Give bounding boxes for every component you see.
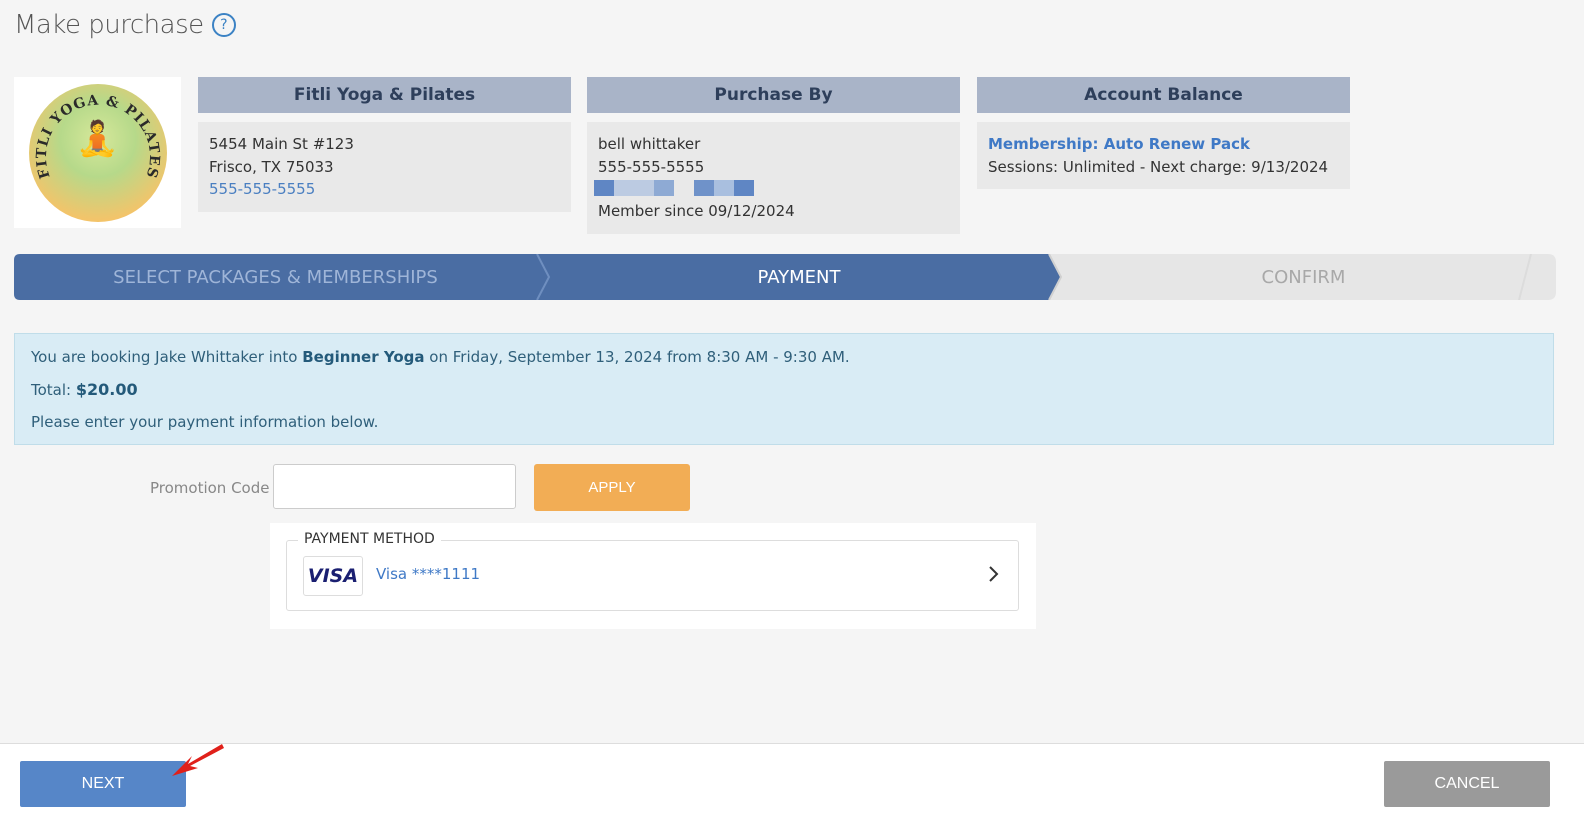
payment-method-section: PAYMENT METHOD VISA Visa ****1111 <box>270 523 1036 629</box>
payment-method-legend: PAYMENT METHOD <box>298 531 441 547</box>
logo-circle: FITLI YOGA & PILATES 🧘 <box>28 83 167 222</box>
next-button[interactable]: NEXT <box>20 761 186 807</box>
total-value: $20.00 <box>75 380 138 399</box>
step-payment: PAYMENT <box>757 266 841 288</box>
redacted-block <box>594 180 949 196</box>
apply-button[interactable]: APPLY <box>534 464 690 511</box>
purchaser-name: bell whittaker <box>598 135 701 153</box>
step-confirm: CONFIRM <box>1261 266 1346 288</box>
studio-header: Fitli Yoga & Pilates <box>198 77 571 113</box>
help-icon[interactable]: ? <box>211 13 236 37</box>
membership-link[interactable]: Membership: Auto Renew Pack <box>988 133 1339 156</box>
studio-address-line1: 5454 Main St #123 <box>209 135 354 153</box>
studio-info: 5454 Main St #123 Frisco, TX 75033 555-5… <box>198 122 571 212</box>
card-label[interactable]: Visa ****1111 <box>376 565 480 583</box>
page-title-text: Make purchase <box>14 10 204 40</box>
booking-instruction: Please enter your payment information be… <box>31 413 379 431</box>
footer-bar <box>0 743 1584 830</box>
studio-address-line2: Frisco, TX 75033 <box>209 157 334 176</box>
booking-summary: You are booking Jake Whittaker into Begi… <box>31 348 850 366</box>
step-select-packages[interactable]: SELECT PACKAGES & MEMBERSHIPS <box>14 254 537 300</box>
checkout-stepper: SELECT PACKAGES & MEMBERSHIPS PAYMENT CO… <box>14 254 1556 300</box>
purchaser-phone: 555-555-5555 <box>598 157 705 176</box>
meditation-icon: 🧘 <box>76 118 119 159</box>
purchaser-header: Purchase By <box>587 77 960 113</box>
balance-header: Account Balance <box>977 77 1350 113</box>
balance-info: Membership: Auto Renew Pack Sessions: Un… <box>977 122 1350 189</box>
balance-card: Account Balance Membership: Auto Renew P… <box>977 77 1350 189</box>
page-title: Make purchase ? <box>14 10 236 40</box>
booking-total: Total: $20.00 <box>31 380 138 399</box>
studio-card: Fitli Yoga & Pilates 5454 Main St #123 F… <box>198 77 571 212</box>
chevron-right-icon[interactable] <box>988 565 1000 588</box>
promo-code-label: Promotion Code <box>150 479 270 497</box>
visa-icon: VISA <box>303 556 363 596</box>
booking-info-panel: You are booking Jake Whittaker into Begi… <box>14 333 1554 445</box>
studio-logo: FITLI YOGA & PILATES 🧘 <box>14 77 181 228</box>
member-since: Member since 09/12/2024 <box>598 202 795 220</box>
purchaser-info: bell whittaker 555-555-5555 Member since… <box>587 122 960 234</box>
membership-details: Sessions: Unlimited - Next charge: 9/13/… <box>988 157 1329 176</box>
studio-phone-link[interactable]: 555-555-5555 <box>209 178 560 201</box>
cancel-button[interactable]: CANCEL <box>1384 761 1550 807</box>
promo-code-input[interactable] <box>273 464 516 509</box>
annotation-arrow-icon <box>172 744 224 776</box>
purchaser-card: Purchase By bell whittaker 555-555-5555 … <box>587 77 960 234</box>
class-name: Beginner Yoga <box>302 348 425 366</box>
